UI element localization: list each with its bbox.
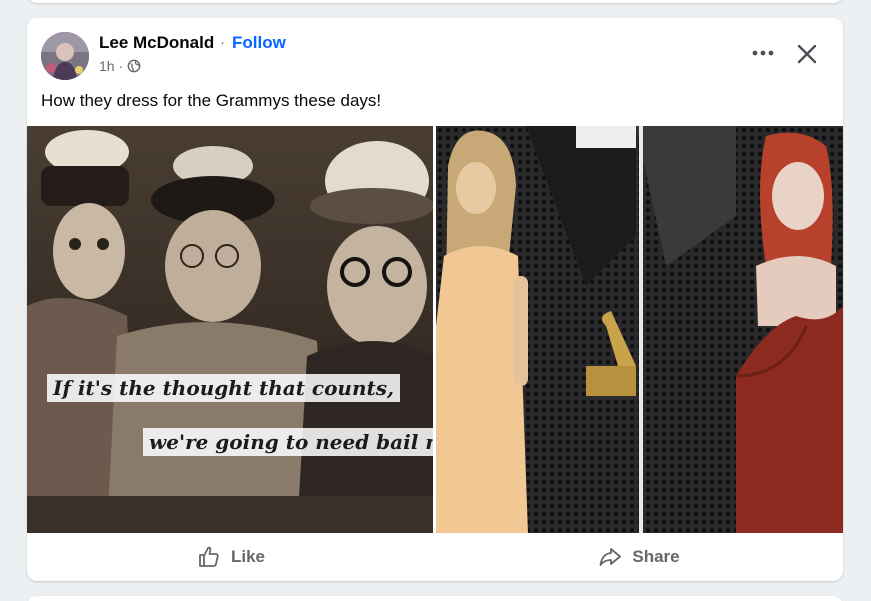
meta-separator: ·: [118, 58, 124, 74]
post-card: Lee McDonald · Follow 1h · How they dres…: [27, 18, 843, 581]
author-name[interactable]: Lee McDonald: [99, 33, 214, 53]
hide-post-button[interactable]: [791, 38, 823, 70]
like-button[interactable]: Like: [27, 533, 435, 581]
meme-caption-line2: we're going to need bail money.: [143, 428, 433, 456]
more-options-button[interactable]: [747, 40, 779, 66]
vintage-photo: [27, 126, 433, 533]
next-post-card: [27, 596, 843, 601]
avatar-image: [41, 32, 89, 80]
post-images: If it's the thought that counts, we're g…: [27, 126, 843, 533]
more-options-icon: [752, 50, 774, 56]
share-button[interactable]: Share: [435, 533, 843, 581]
post-meta: 1h ·: [99, 58, 141, 74]
close-icon: [797, 44, 817, 64]
meme-image[interactable]: If it's the thought that counts, we're g…: [27, 126, 433, 533]
share-label: Share: [632, 547, 680, 566]
thumbs-up-icon: [199, 546, 219, 567]
share-arrow-icon: [599, 548, 622, 566]
post-timestamp[interactable]: 1h: [99, 58, 115, 74]
post-action-bar: Like Share: [27, 533, 843, 581]
like-label: Like: [230, 547, 266, 566]
globe-icon[interactable]: [127, 59, 141, 73]
meme-caption-line1: If it's the thought that counts,: [47, 374, 400, 402]
name-follow-separator: ·: [220, 34, 225, 51]
red-carpet-photo: [436, 126, 843, 533]
author-avatar[interactable]: [41, 32, 89, 80]
post-text: How they dress for the Grammys these day…: [41, 91, 382, 110]
red-carpet-image[interactable]: [436, 126, 843, 533]
follow-button[interactable]: Follow: [232, 33, 286, 53]
previous-post-card: [27, 0, 843, 3]
